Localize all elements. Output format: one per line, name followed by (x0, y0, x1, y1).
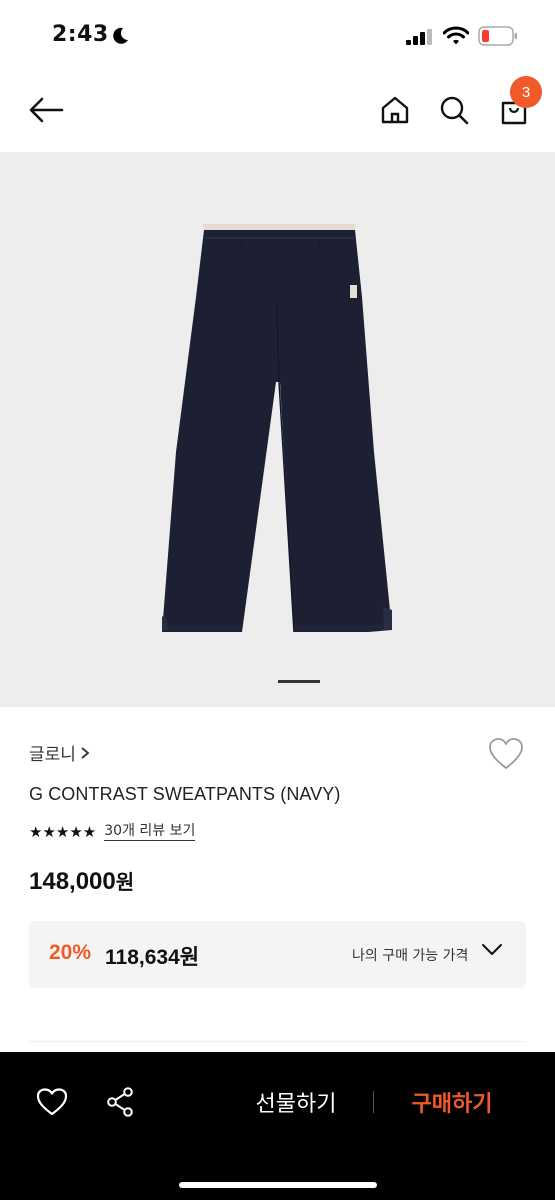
price-amount: 148,000 (29, 868, 116, 895)
status-time: 2:43 (52, 22, 109, 47)
bottom-action-bar: 선물하기 구매하기 (0, 1052, 555, 1200)
cellular-signal-icon (406, 29, 432, 45)
moon-icon (113, 27, 128, 44)
gift-button[interactable]: 선물하기 (236, 1082, 356, 1122)
wishlist-button[interactable] (486, 734, 526, 774)
home-indicator (179, 1182, 377, 1188)
buy-button[interactable]: 구매하기 (392, 1082, 512, 1122)
bottom-divider (373, 1091, 374, 1113)
arrow-left-icon (29, 97, 64, 123)
wifi-icon (443, 26, 469, 45)
heart-outline-icon (489, 738, 523, 769)
section-divider (29, 1041, 526, 1042)
brand-link[interactable]: 글로니 (29, 740, 90, 765)
cart-count-badge: 3 (510, 76, 542, 108)
my-price-label: 나의 구매 가능 가격 (352, 948, 469, 964)
share-icon (107, 1087, 133, 1117)
product-image-carousel[interactable] (0, 152, 555, 707)
battery-icon (478, 26, 517, 46)
discount-rate: 20% (49, 941, 92, 964)
brand-name: 글로니 (29, 745, 76, 765)
star-rating-icon: ★★★★★ (29, 823, 97, 841)
original-price: 148,000원 (29, 866, 134, 896)
home-button[interactable] (375, 90, 415, 130)
share-button[interactable] (100, 1082, 140, 1122)
status-bar: 2:43 (0, 0, 555, 72)
my-price-box[interactable]: 20% 118,634원 나의 구매 가능 가격 (29, 921, 526, 988)
home-icon (381, 96, 409, 124)
top-navigation-bar: 3 (0, 72, 555, 152)
product-photo (162, 224, 392, 633)
carousel-indicator (278, 680, 320, 683)
chevron-right-icon (81, 746, 90, 759)
back-button[interactable] (24, 90, 68, 130)
price-currency: 원 (115, 870, 135, 894)
heart-outline-icon (36, 1088, 68, 1116)
like-button[interactable] (32, 1082, 72, 1122)
discount-price: 118,634원 (105, 946, 200, 969)
rating-row: ★★★★★ 30개 리뷰 보기 (29, 823, 196, 841)
search-icon (440, 96, 469, 125)
review-link[interactable]: 30개 리뷰 보기 (104, 823, 196, 841)
chevron-down-icon (482, 944, 502, 955)
search-button[interactable] (434, 90, 474, 130)
product-name: G CONTRAST SWEATPANTS (NAVY) (29, 784, 341, 804)
